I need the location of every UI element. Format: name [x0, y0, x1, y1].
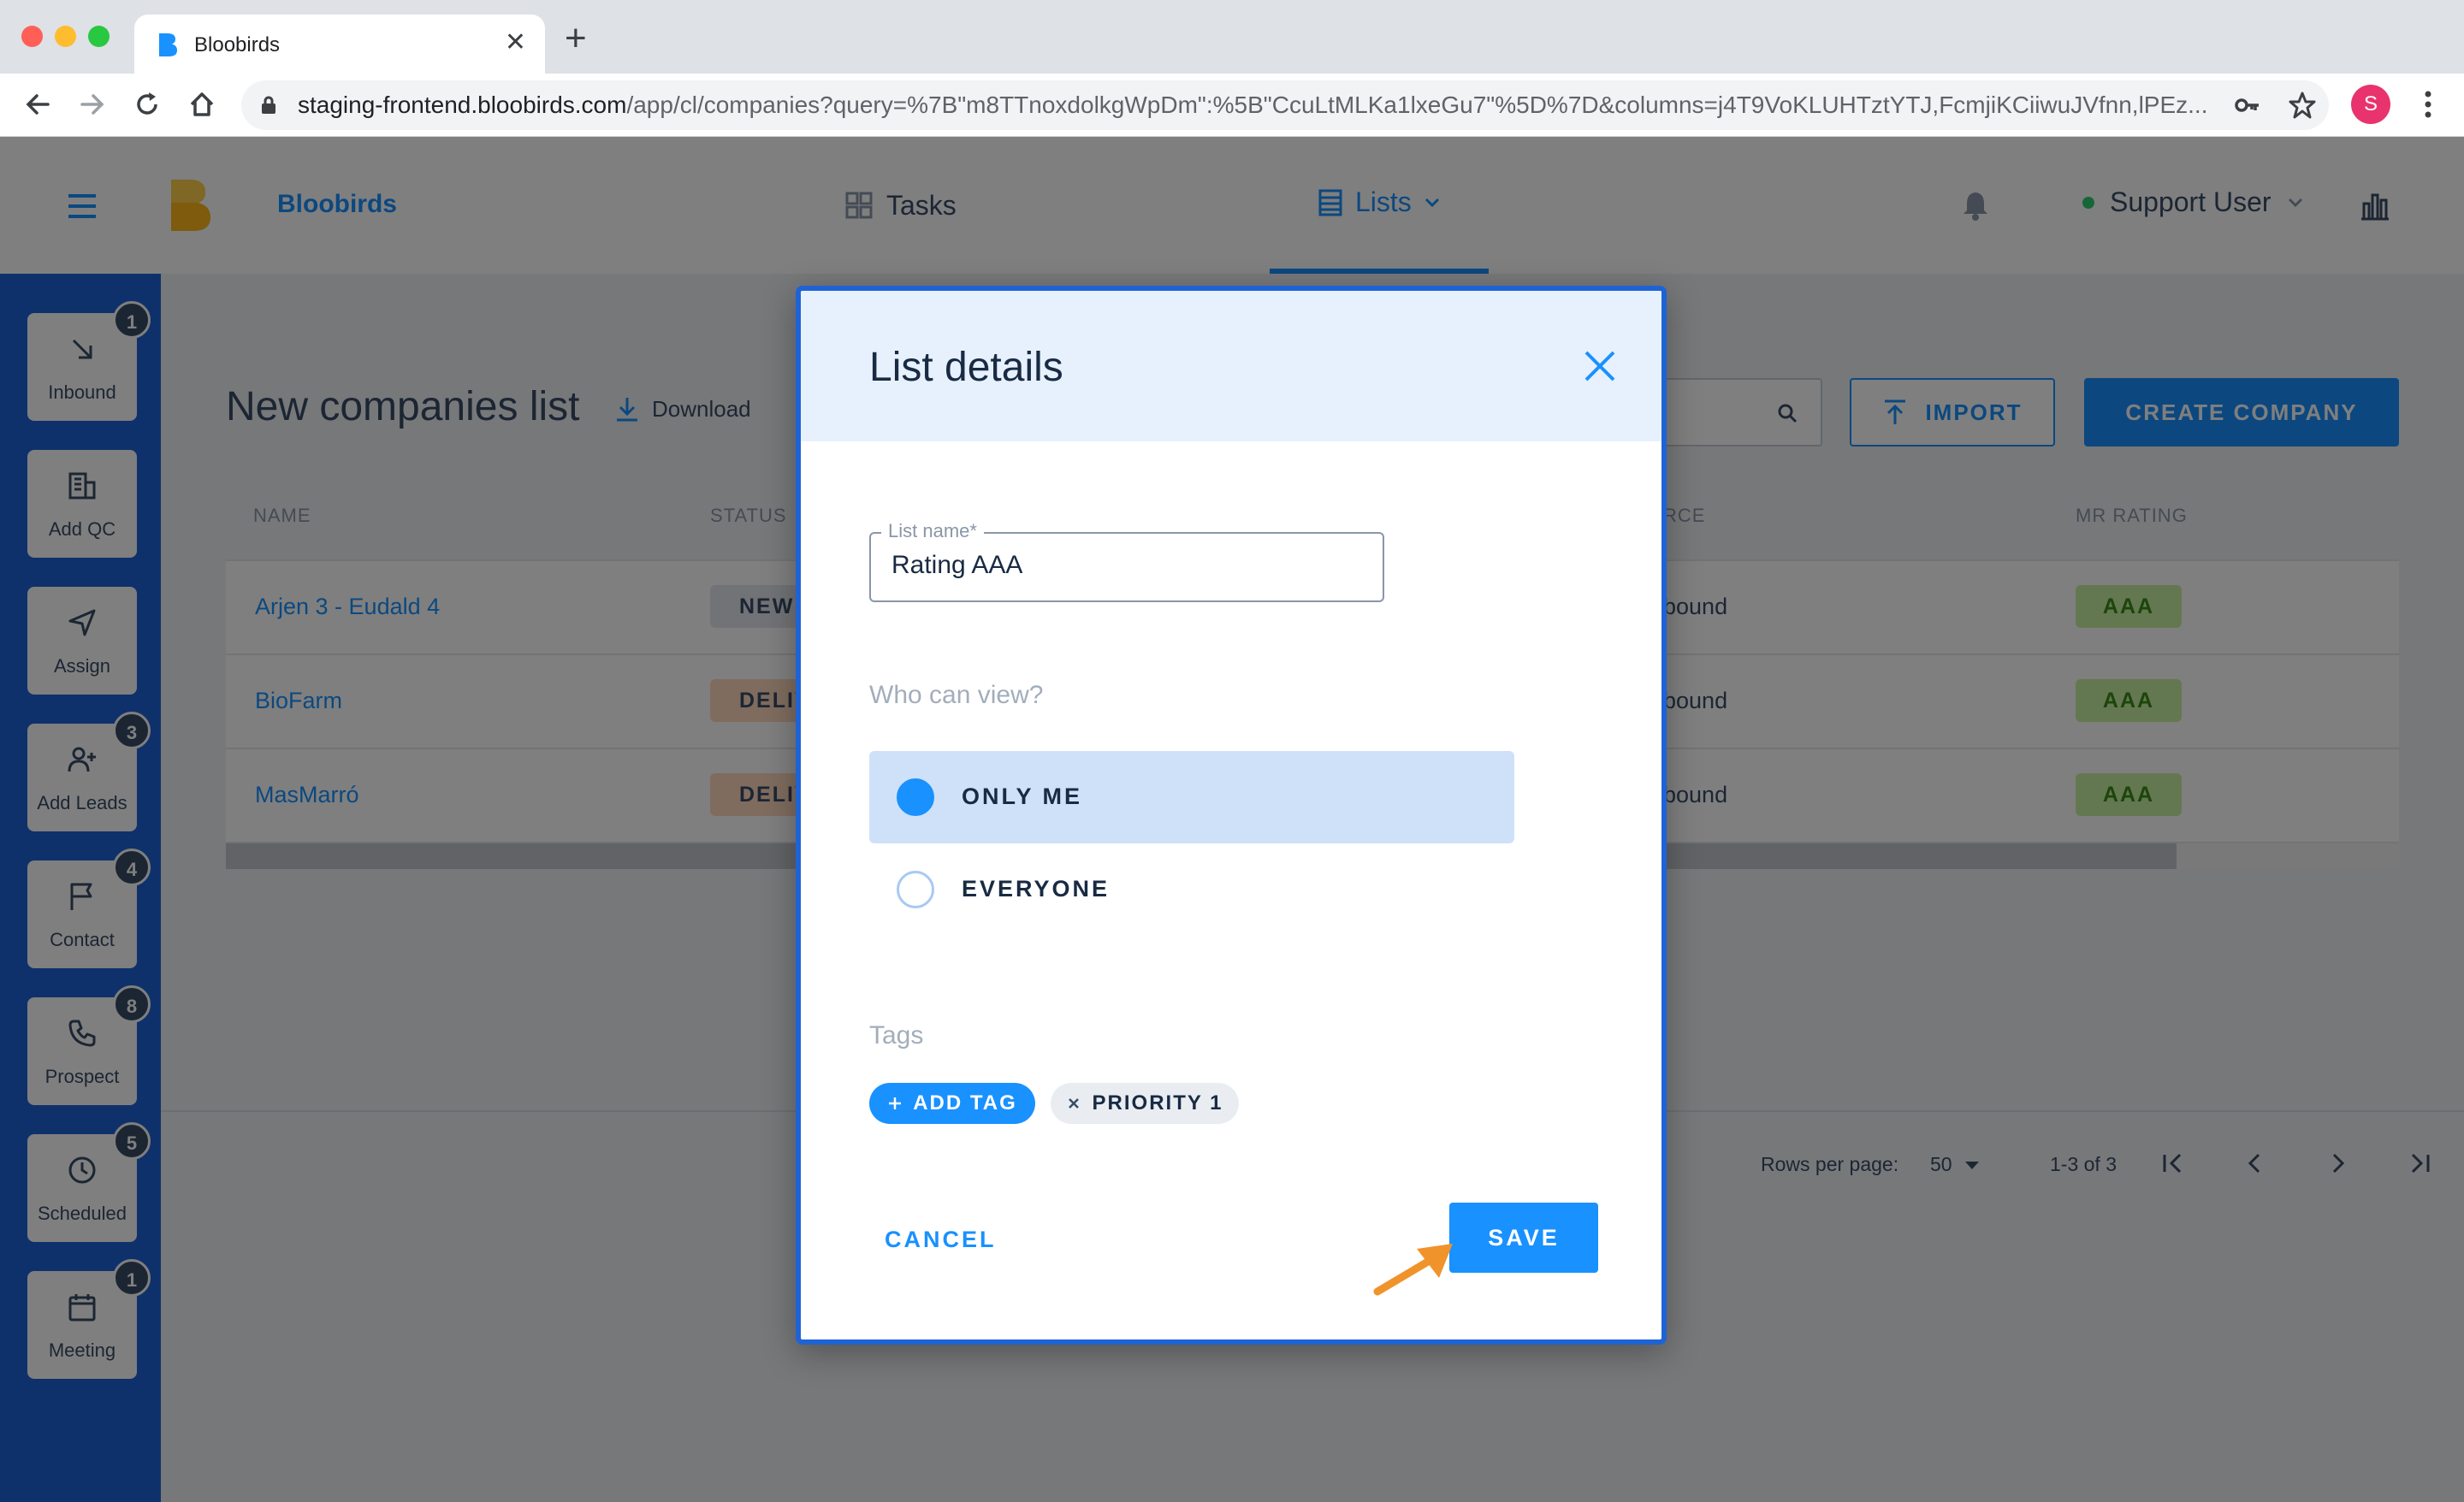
tag-label: PRIORITY 1 — [1092, 1091, 1223, 1115]
list-details-modal: List details List name* Who can view? ON… — [796, 286, 1667, 1345]
radio-button[interactable] — [897, 871, 934, 908]
url-text: staging-frontend.bloobirds.com/app/cl/co… — [298, 92, 2208, 118]
back-arrow-icon[interactable] — [22, 89, 53, 120]
radio-only-me[interactable]: ONLY ME — [869, 751, 1514, 843]
profile-avatar[interactable]: S — [2351, 85, 2390, 124]
address-bar[interactable]: staging-frontend.bloobirds.com/app/cl/co… — [241, 80, 2329, 130]
key-icon[interactable] — [2233, 91, 2262, 120]
home-icon[interactable] — [187, 89, 217, 120]
list-name-input[interactable] — [891, 551, 1371, 580]
add-tag-label: ADD TAG — [913, 1091, 1017, 1115]
remove-tag-icon[interactable] — [1067, 1097, 1081, 1110]
bookmark-star-icon[interactable] — [2288, 91, 2317, 120]
radio-label: EVERYONE — [962, 876, 1111, 902]
forward-arrow-icon[interactable] — [77, 89, 108, 120]
close-icon[interactable] — [1581, 347, 1619, 385]
list-name-label: List name* — [881, 520, 984, 542]
browser-tab-strip: Bloobirds ✕ + — [0, 0, 2464, 74]
modal-title: List details — [869, 345, 1063, 390]
annotation-arrow-icon — [1373, 1244, 1453, 1296]
tag-chip: PRIORITY 1 — [1051, 1083, 1239, 1124]
browser-tab[interactable]: Bloobirds ✕ — [134, 15, 545, 74]
radio-label: ONLY ME — [962, 784, 1083, 809]
plus-icon — [889, 1097, 902, 1109]
radio-everyone[interactable]: EVERYONE — [869, 843, 1514, 936]
cancel-button[interactable]: CANCEL — [885, 1227, 997, 1253]
reload-icon[interactable] — [132, 89, 163, 120]
close-window-button[interactable] — [21, 26, 43, 47]
add-tag-button[interactable]: ADD TAG — [869, 1083, 1035, 1124]
save-button[interactable]: SAVE — [1449, 1203, 1598, 1273]
browser-menu-icon[interactable] — [2420, 87, 2437, 121]
new-tab-button[interactable]: + — [565, 20, 587, 57]
modal-header: List details — [801, 291, 1661, 441]
minimize-window-button[interactable] — [55, 26, 76, 47]
bloobirds-favicon-icon — [159, 33, 177, 56]
tags-label: Tags — [869, 1021, 924, 1050]
tab-close-icon[interactable]: ✕ — [505, 30, 526, 56]
list-name-field[interactable]: List name* — [869, 520, 1384, 602]
lock-icon — [262, 96, 275, 114]
who-can-view-label: Who can view? — [869, 681, 1044, 709]
maximize-window-button[interactable] — [88, 26, 110, 47]
browser-toolbar: staging-frontend.bloobirds.com/app/cl/co… — [0, 74, 2464, 137]
radio-button[interactable] — [897, 778, 934, 816]
tab-title: Bloobirds — [194, 33, 281, 56]
